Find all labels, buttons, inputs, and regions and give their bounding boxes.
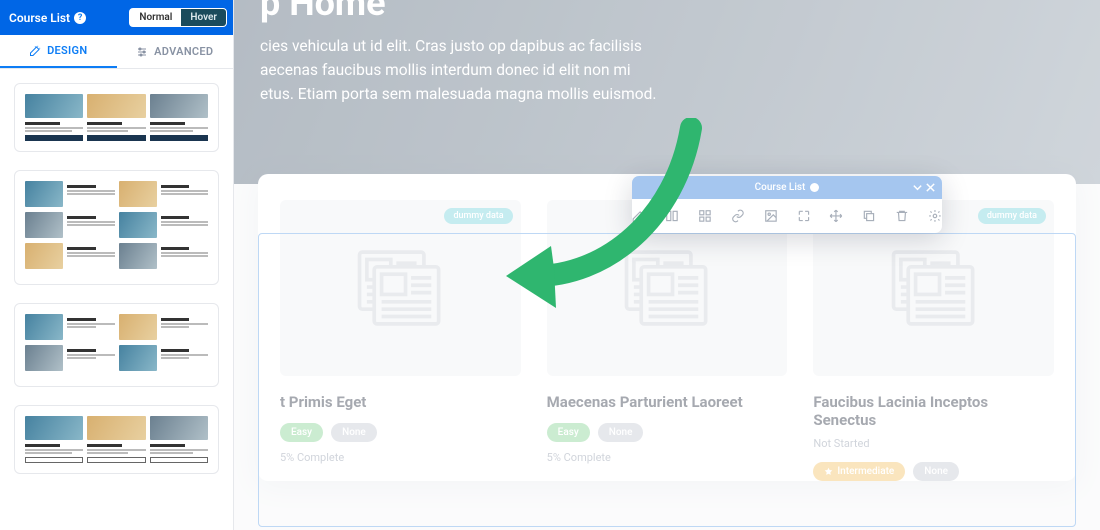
course-card[interactable]: dummy data t Primis Eget Easy None 5% Com… bbox=[280, 200, 521, 481]
tab-design[interactable]: DESIGN bbox=[0, 35, 117, 68]
wand-icon bbox=[29, 45, 41, 57]
move-icon[interactable] bbox=[829, 209, 843, 224]
sliders-icon bbox=[136, 46, 148, 58]
course-card[interactable]: dummy data Maecenas Parturient Laoreet E… bbox=[547, 200, 788, 481]
course-thumbnail bbox=[280, 200, 521, 376]
pill-int: Intermediate bbox=[813, 462, 905, 481]
collapse-icon[interactable] bbox=[912, 182, 923, 193]
sidebar-tabs: DESIGN ADVANCED bbox=[0, 35, 233, 69]
column-icon[interactable] bbox=[665, 209, 679, 224]
dummy-badge: dummy data bbox=[444, 208, 512, 224]
course-title: Faucibus Lacinia Inceptos Senectus bbox=[813, 393, 1054, 429]
hero-section: p Home cies vehicula ut id elit. Cras ju… bbox=[234, 0, 1100, 184]
module-toolbar-actions bbox=[632, 199, 942, 233]
pill-none: None bbox=[331, 423, 377, 442]
help-icon[interactable]: ? bbox=[74, 12, 86, 24]
placeholder-icon bbox=[354, 249, 446, 327]
course-pills: Easy None bbox=[547, 423, 788, 442]
module-toolbar: Course List bbox=[632, 176, 942, 233]
layout-template-4[interactable] bbox=[14, 405, 219, 474]
wand-icon[interactable] bbox=[632, 209, 646, 224]
pill-easy: Easy bbox=[280, 423, 323, 442]
trash-icon[interactable] bbox=[895, 209, 909, 224]
course-progress: 5% Complete bbox=[280, 451, 521, 464]
layout-template-3[interactable] bbox=[14, 303, 219, 387]
course-grid: dummy data t Primis Eget Easy None 5% Com… bbox=[280, 200, 1054, 481]
copy-icon[interactable] bbox=[862, 209, 876, 224]
course-pills: Intermediate None bbox=[813, 462, 1054, 481]
dummy-badge: dummy data bbox=[978, 208, 1046, 224]
page-title: p Home bbox=[260, 0, 1100, 24]
module-toolbar-header[interactable]: Course List bbox=[632, 176, 942, 199]
toggle-normal[interactable]: Normal bbox=[130, 9, 181, 26]
grid-icon[interactable] bbox=[698, 209, 712, 224]
placeholder-icon bbox=[621, 249, 713, 327]
pill-none: None bbox=[913, 462, 959, 481]
template-list[interactable] bbox=[0, 69, 233, 530]
image-icon[interactable] bbox=[764, 209, 778, 224]
gear-icon[interactable] bbox=[928, 209, 942, 224]
course-title: t Primis Eget bbox=[280, 393, 521, 411]
state-toggle: Normal Hover bbox=[129, 8, 227, 27]
expand-icon[interactable] bbox=[797, 209, 811, 224]
toggle-hover[interactable]: Hover bbox=[181, 9, 226, 26]
course-progress: 5% Complete bbox=[547, 451, 788, 464]
course-status: Not Started bbox=[813, 437, 1054, 450]
link-icon[interactable] bbox=[731, 209, 745, 224]
tab-design-label: DESIGN bbox=[47, 44, 87, 57]
course-title: Maecenas Parturient Laoreet bbox=[547, 393, 788, 411]
course-pills: Easy None bbox=[280, 423, 521, 442]
course-card[interactable]: dummy data Faucibus Lacinia Inceptos Sen… bbox=[813, 200, 1054, 481]
builder-canvas[interactable]: p Home cies vehicula ut id elit. Cras ju… bbox=[234, 0, 1100, 530]
sidebar-title: Course List bbox=[9, 11, 70, 25]
tab-advanced-label: ADVANCED bbox=[154, 45, 213, 58]
pill-none: None bbox=[598, 423, 644, 442]
hero-text: cies vehicula ut id elit. Cras justo op … bbox=[260, 34, 690, 106]
layout-template-1[interactable] bbox=[14, 83, 219, 152]
tab-advanced[interactable]: ADVANCED bbox=[117, 35, 234, 68]
layout-template-2[interactable] bbox=[14, 170, 219, 285]
placeholder-icon bbox=[888, 249, 980, 327]
help-icon[interactable] bbox=[810, 183, 819, 192]
pill-easy: Easy bbox=[547, 423, 590, 442]
sidebar-header: Course List ? Normal Hover bbox=[0, 0, 233, 35]
module-toolbar-title: Course List bbox=[755, 182, 806, 193]
close-icon[interactable] bbox=[925, 182, 936, 193]
settings-sidebar: Course List ? Normal Hover DESIGN ADVANC… bbox=[0, 0, 234, 530]
